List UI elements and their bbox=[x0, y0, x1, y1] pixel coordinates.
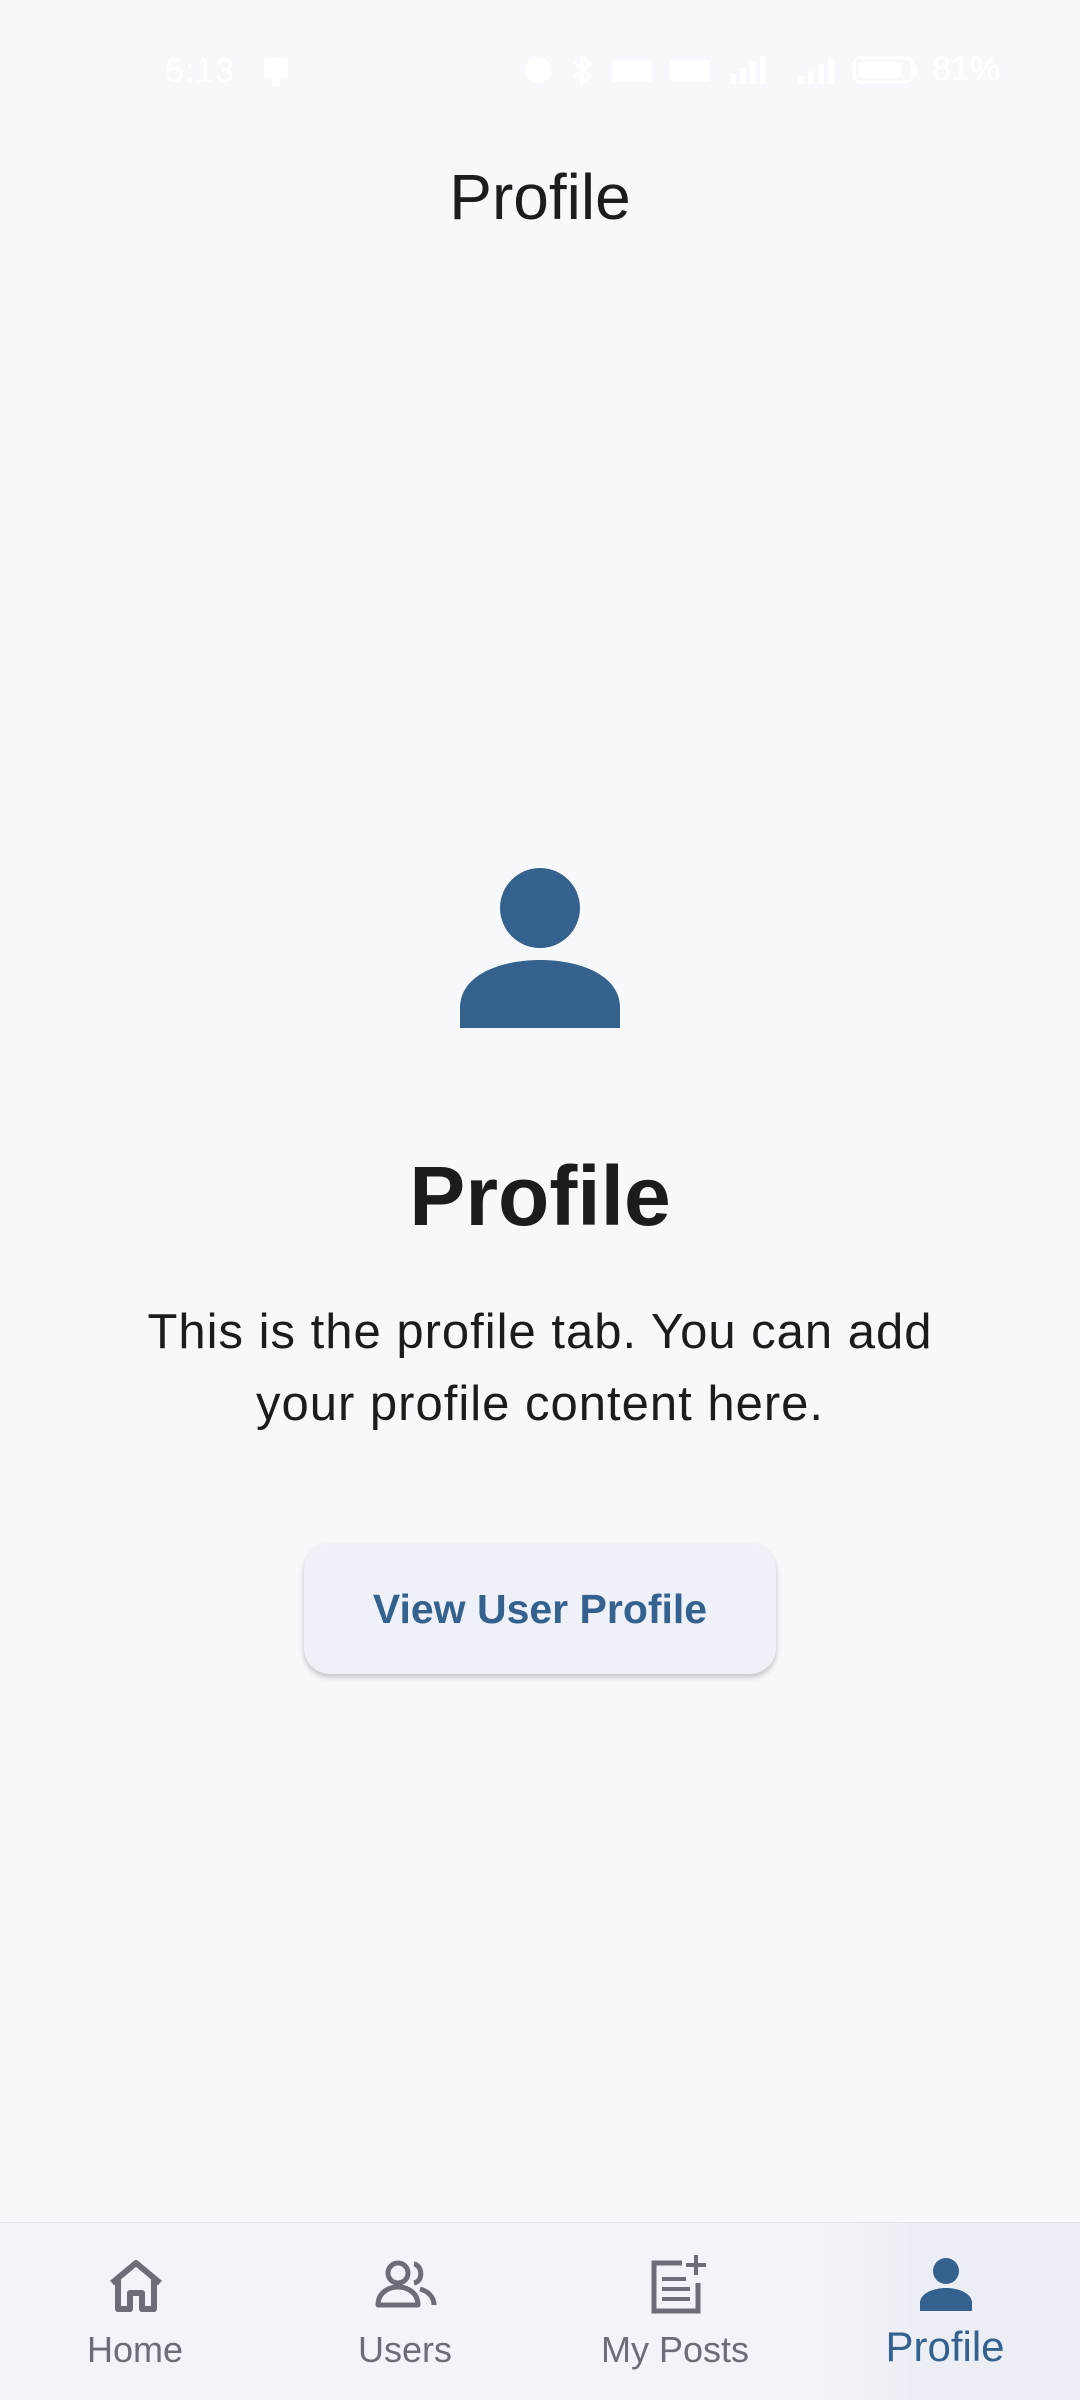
users-icon bbox=[374, 2253, 438, 2317]
nav-item-profile[interactable]: Profile bbox=[810, 2223, 1080, 2400]
nav-label-users: Users bbox=[357, 2329, 452, 2370]
network-speed-icon bbox=[610, 54, 654, 86]
bluetooth-icon bbox=[568, 53, 596, 86]
battery-percentage: 81% bbox=[931, 50, 1000, 88]
post-add-icon bbox=[644, 2253, 708, 2317]
wifi-signal-icon bbox=[726, 54, 780, 86]
nav-label-my-posts: My Posts bbox=[600, 2329, 750, 2370]
cell-signal-icon bbox=[794, 54, 838, 86]
nav-label-profile: Profile bbox=[885, 2323, 1005, 2370]
nav-item-my-posts[interactable]: My Posts bbox=[540, 2223, 810, 2400]
nav-item-users[interactable]: Users bbox=[270, 2223, 540, 2400]
nav-label-home: Home bbox=[86, 2329, 184, 2370]
person-icon bbox=[454, 862, 626, 1034]
bottom-navigation: Home Users My Posts Profile bbox=[0, 2222, 1080, 2400]
alarm-icon bbox=[522, 54, 554, 86]
nav-item-home[interactable]: Home bbox=[0, 2223, 270, 2400]
profile-screen: 5:13 81% Profile Profile This is the pro… bbox=[0, 0, 1080, 2400]
profile-description: This is the profile tab. You can add you… bbox=[147, 1305, 933, 1431]
notification-icon bbox=[262, 56, 292, 88]
page-title: Profile bbox=[449, 161, 631, 233]
view-user-profile-button[interactable]: View User Profile bbox=[304, 1544, 776, 1674]
status-time: 5:13 bbox=[165, 52, 236, 90]
status-icons: 81% bbox=[522, 50, 1000, 89]
home-icon bbox=[104, 2253, 168, 2317]
battery-icon bbox=[852, 54, 918, 86]
person-icon bbox=[914, 2253, 978, 2317]
status-bar: 5:13 81% bbox=[0, 0, 1080, 140]
volte-icon bbox=[668, 54, 712, 86]
profile-heading: Profile bbox=[409, 1149, 671, 1243]
